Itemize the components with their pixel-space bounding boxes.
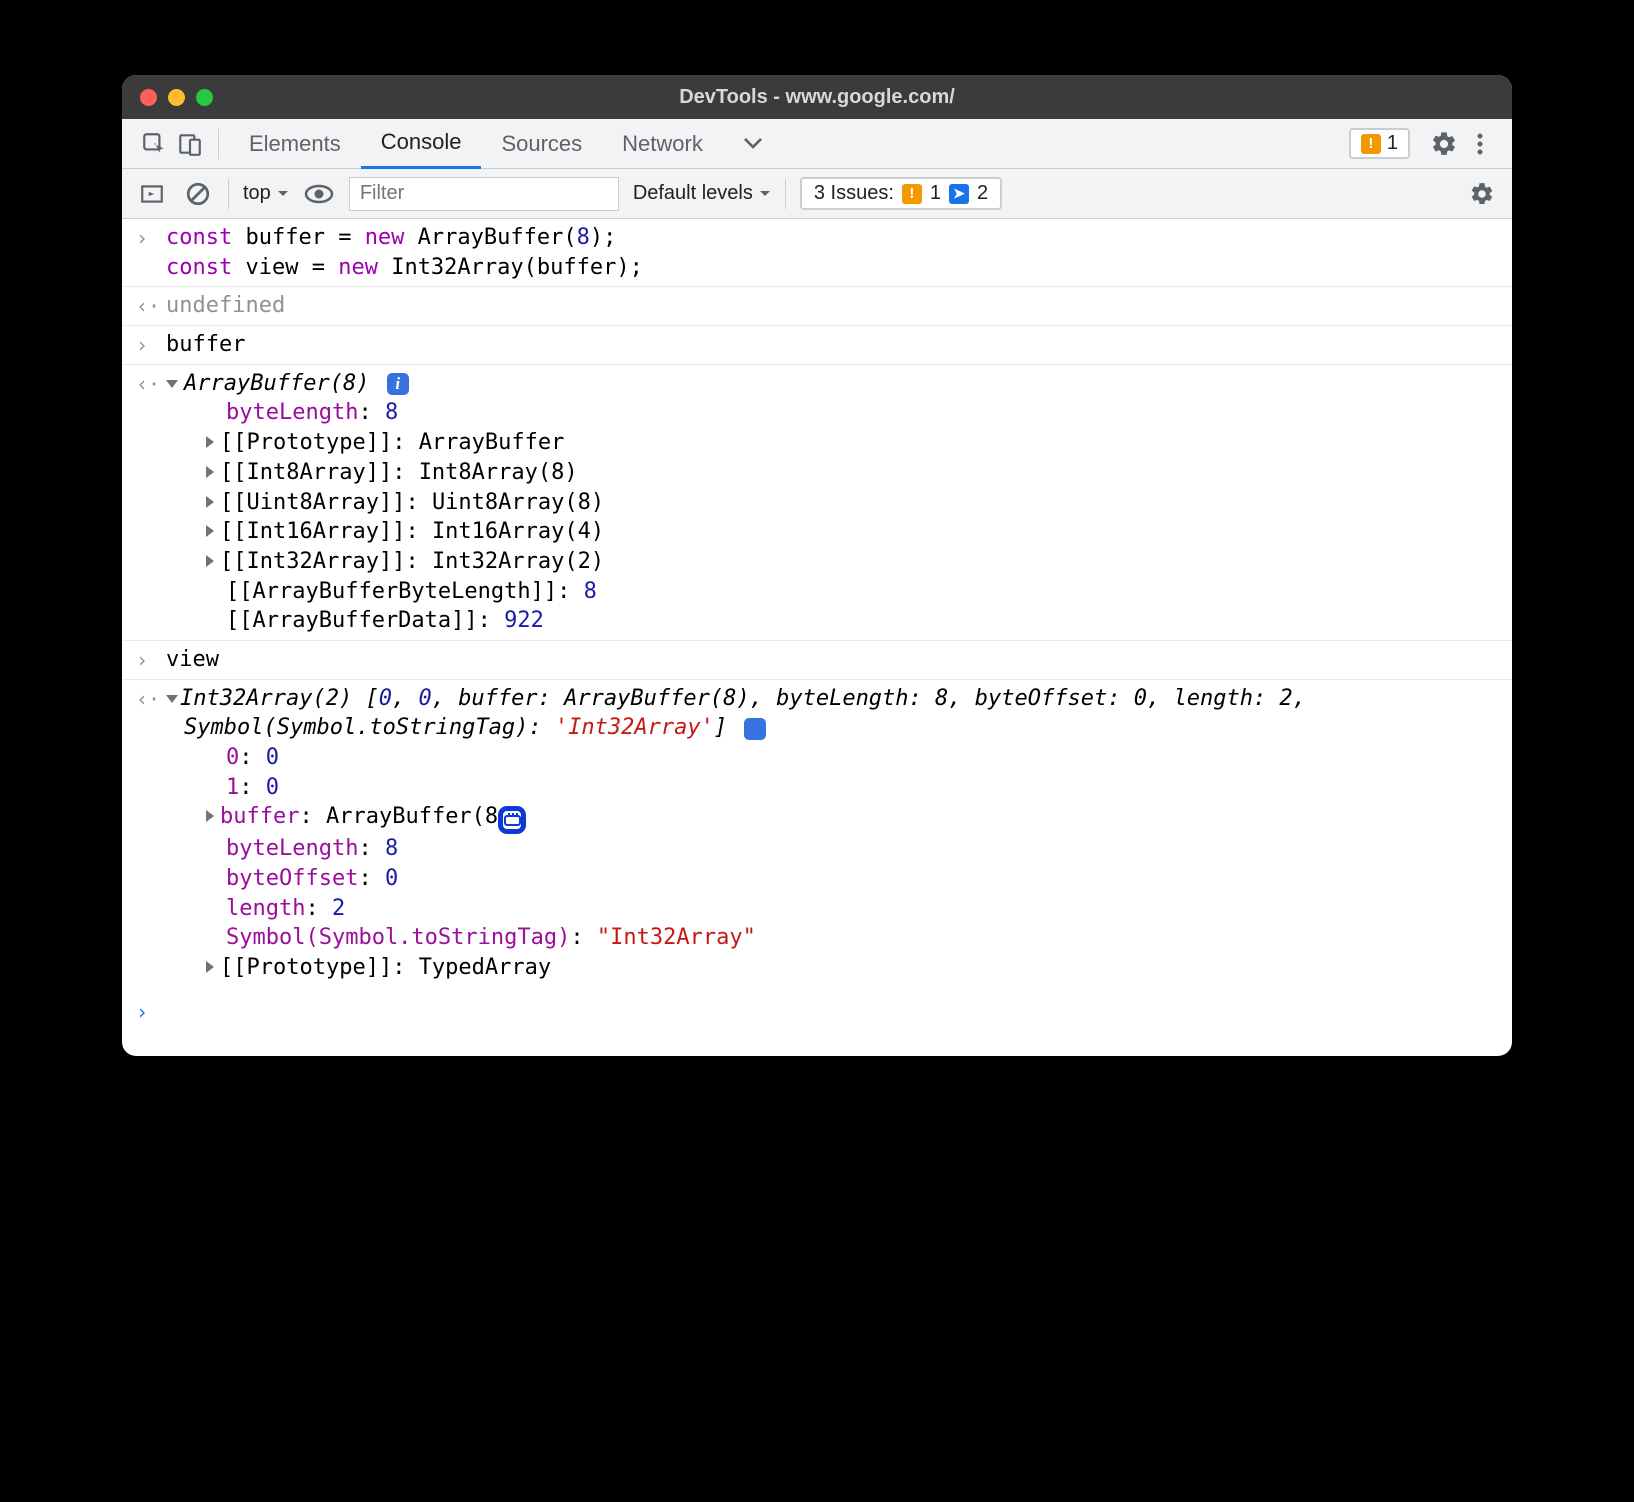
undefined-value: undefined	[166, 291, 1498, 321]
expand-toggle[interactable]: ArrayBuffer(8) i	[166, 369, 1498, 399]
property-row[interactable]: length: 2	[166, 894, 1498, 924]
titlebar: DevTools - www.google.com/	[122, 75, 1512, 119]
console-input-row[interactable]: › view	[122, 641, 1512, 680]
input-chevron-icon: ›	[136, 223, 166, 252]
console-output-row: ‹· undefined	[122, 287, 1512, 326]
output-chevron-icon: ‹·	[136, 684, 166, 713]
context-label: top	[243, 182, 271, 205]
input-chevron-icon: ›	[136, 330, 166, 359]
property-row[interactable]: Symbol(Symbol.toStringTag): "Int32Array"	[166, 923, 1498, 953]
levels-label: Default levels	[633, 182, 753, 205]
console-output-row: ‹· Int32Array(2) [0, 0, buffer: ArrayBuf…	[122, 680, 1512, 987]
log-levels-selector[interactable]: Default levels	[633, 182, 771, 205]
property-row[interactable]: [[Int16Array]]: Int16Array(4)	[166, 517, 1498, 547]
property-row[interactable]: byteOffset: 0	[166, 864, 1498, 894]
console-input-row[interactable]: › buffer	[122, 326, 1512, 365]
live-expression-icon[interactable]	[303, 178, 335, 210]
devtools-window: DevTools - www.google.com/ Elements Cons…	[122, 75, 1512, 1056]
warning-icon: !	[1361, 134, 1381, 154]
console-input-row[interactable]: › const buffer = new ArrayBuffer(8); con…	[122, 219, 1512, 287]
warning-icon: !	[902, 184, 922, 204]
console-output-row: ‹· ArrayBuffer(8) i byteLength: 8 [[Prot…	[122, 365, 1512, 641]
warning-badge[interactable]: ! 1	[1349, 128, 1410, 159]
tab-elements[interactable]: Elements	[229, 119, 361, 169]
console-toolbar: top Default levels 3 Issues: ! 1 ➤ 2	[122, 169, 1512, 219]
issues-label: 3 Issues:	[814, 182, 894, 205]
panel-tabs: Elements Console Sources Network	[229, 119, 783, 169]
settings-gear-icon[interactable]	[1426, 126, 1462, 162]
property-row[interactable]: byteLength: 8	[166, 398, 1498, 428]
info-badge-icon[interactable]: i	[387, 373, 409, 395]
property-row[interactable]: [[Int32Array]]: Int32Array(2)	[166, 547, 1498, 577]
traffic-lights	[140, 89, 213, 106]
main-tabs-bar: Elements Console Sources Network ! 1	[122, 119, 1512, 169]
tab-network[interactable]: Network	[602, 119, 723, 169]
prompt-chevron-icon: ›	[136, 997, 166, 1026]
property-row[interactable]: byteLength: 8	[166, 834, 1498, 864]
sidebar-toggle-icon[interactable]	[136, 178, 168, 210]
console-prompt[interactable]: ›	[122, 987, 1512, 1056]
info-badge-icon[interactable]: i	[744, 718, 766, 740]
input-chevron-icon: ›	[136, 645, 166, 674]
clear-console-icon[interactable]	[182, 178, 214, 210]
warning-count: 1	[1387, 132, 1398, 155]
window-title: DevTools - www.google.com/	[122, 86, 1512, 109]
memory-inspector-icon[interactable]	[498, 806, 526, 834]
tab-console[interactable]: Console	[361, 119, 482, 169]
issues-info-count: 2	[977, 182, 988, 205]
property-row[interactable]: 0: 0	[166, 743, 1498, 773]
console-body: › const buffer = new ArrayBuffer(8); con…	[122, 219, 1512, 1056]
filter-input[interactable]	[349, 177, 619, 211]
property-row[interactable]: [[ArrayBufferData]]: 922	[166, 606, 1498, 636]
property-row[interactable]: 1: 0	[166, 773, 1498, 803]
property-row[interactable]: [[ArrayBufferByteLength]]: 8	[166, 577, 1498, 607]
console-input-code: view	[166, 645, 1498, 675]
close-window-button[interactable]	[140, 89, 157, 106]
property-row[interactable]: [[Prototype]]: ArrayBuffer	[166, 428, 1498, 458]
console-input-code: buffer	[166, 330, 1498, 360]
output-chevron-icon: ‹·	[136, 369, 166, 398]
property-row[interactable]: [[Uint8Array]]: Uint8Array(8)	[166, 488, 1498, 518]
output-chevron-icon: ‹·	[136, 291, 166, 320]
info-icon: ➤	[949, 184, 969, 204]
issues-button[interactable]: 3 Issues: ! 1 ➤ 2	[800, 177, 1002, 210]
maximize-window-button[interactable]	[196, 89, 213, 106]
context-selector[interactable]: top	[243, 182, 289, 205]
console-settings-gear-icon[interactable]	[1466, 178, 1498, 210]
property-row[interactable]: [[Prototype]]: TypedArray	[166, 953, 1498, 983]
more-menu-icon[interactable]	[1462, 126, 1498, 162]
console-input-code: const buffer = new ArrayBuffer(8); const…	[166, 223, 1498, 282]
inspect-element-icon[interactable]	[136, 126, 172, 162]
device-toggle-icon[interactable]	[172, 126, 208, 162]
property-row[interactable]: buffer: ArrayBuffer(8	[166, 802, 1498, 834]
object-summary: ArrayBuffer(8)	[184, 371, 369, 396]
tab-more[interactable]	[723, 119, 783, 169]
tab-sources[interactable]: Sources	[481, 119, 602, 169]
expand-toggle[interactable]: Int32Array(2) [0, 0, buffer: ArrayBuffer…	[166, 684, 1498, 743]
property-row[interactable]: [[Int8Array]]: Int8Array(8)	[166, 458, 1498, 488]
issues-warn-count: 1	[930, 182, 941, 205]
minimize-window-button[interactable]	[168, 89, 185, 106]
